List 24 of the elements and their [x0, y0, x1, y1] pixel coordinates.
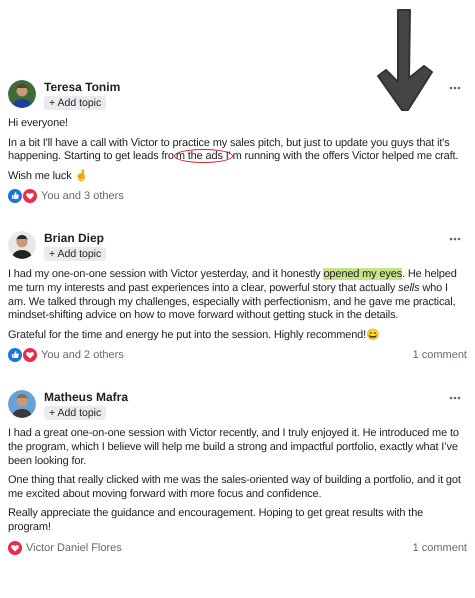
- add-topic-button[interactable]: + Add topic: [44, 96, 106, 110]
- reaction-count[interactable]: Victor Daniel Flores: [26, 542, 122, 554]
- more-options-icon[interactable]: [449, 237, 461, 242]
- post-paragraph: I had a great one-on-one session with Victor recently, and I truly enjoyed it. He introduced me to the program, which I believe will help me build a strong and impactful portfolio, exactly what I’ve been looking for.: [8, 427, 460, 468]
- add-topic-button[interactable]: + Add topic: [44, 247, 106, 262]
- post-paragraph: Hi everyone!: [8, 117, 69, 131]
- comment-count[interactable]: 1 comment: [412, 542, 467, 554]
- comment-count[interactable]: 1 comment: [412, 349, 467, 362]
- post-paragraph: Grateful for the time and energy he put into the session. Highly recommend!😄: [8, 328, 381, 342]
- author-name[interactable]: Teresa Tonim: [44, 80, 120, 94]
- author-name[interactable]: Matheus Mafra: [44, 390, 128, 404]
- post-paragraph: Really appreciate the guidance and encouragement. Hoping to get great results with the program!: [8, 507, 424, 534]
- like-icon: [8, 348, 22, 362]
- post-paragraph: I had my one-on-one session with Victor yesterday, and it honestly opened my eyes. He helped me turn my interests and past experiences into a clear, powerful story that actually sells who I am. We talked through my challenges, especially with perfectionism, and he gave me practical, mindset-shifting advice on how to move forward without getting stuck in the details.: [8, 268, 458, 323]
- more-options-icon[interactable]: [449, 396, 461, 400]
- add-topic-button[interactable]: + Add topic: [44, 406, 106, 420]
- post-paragraph: One thing that really clicked with me was the sales-oriented way of building a portfolio, and it got me excited about moving forward with more focus and confidence.: [8, 474, 462, 502]
- reaction-count[interactable]: You and 2 others: [41, 349, 124, 362]
- author-name[interactable]: Brian Diep: [44, 231, 106, 246]
- post-paragraph: In a bit I'll have a call with Victor to practice my sales pitch, but just to update you guys that it's happening. Starting to get leads fro m the ads I' m running with the offers Victor helped me craft.: [8, 136, 460, 164]
- like-icon: [8, 189, 22, 204]
- post-paragraph: Wish me luck 🤞: [8, 170, 90, 184]
- reaction-count[interactable]: You and 3 others: [41, 190, 124, 202]
- more-options-icon[interactable]: [449, 86, 461, 90]
